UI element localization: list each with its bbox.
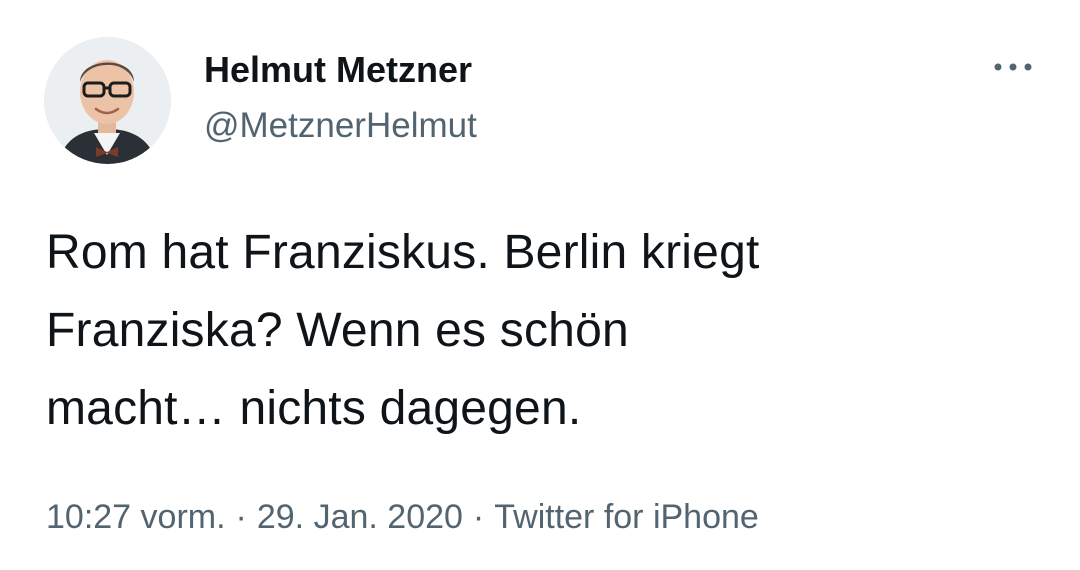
author-handle[interactable]: @MetznerHelmut <box>204 106 477 146</box>
tweet-meta: 10:27 vorm. · 29. Jan. 2020 · Twitter for iP… <box>46 496 759 538</box>
tweet-source[interactable]: Twitter for iPhone <box>494 498 759 536</box>
avatar-portrait-image <box>44 37 171 164</box>
tweet-text-line: Franziska? Wenn es schön <box>46 304 629 357</box>
avatar[interactable] <box>44 37 171 164</box>
more-horizontal-icon <box>994 63 1032 71</box>
meta-separator: · <box>235 498 247 536</box>
author-display-name[interactable]: Helmut Metzner <box>204 50 472 90</box>
tweet-time[interactable]: 10:27 vorm. <box>46 498 226 536</box>
tweet-text-line: macht… nichts dagegen. <box>46 382 582 435</box>
tweet-text: Rom hat Franziskus. Berlin kriegt Franzi… <box>46 214 1046 448</box>
meta-separator: · <box>472 498 485 536</box>
more-options-button[interactable] <box>988 52 1038 82</box>
tweet-text-line: Rom hat Franziskus. Berlin kriegt <box>46 226 760 279</box>
tweet-card: Helmut Metzner @MetznerHelmut Rom hat Fr… <box>0 0 1080 570</box>
tweet-date[interactable]: 29. Jan. 2020 <box>257 498 463 536</box>
